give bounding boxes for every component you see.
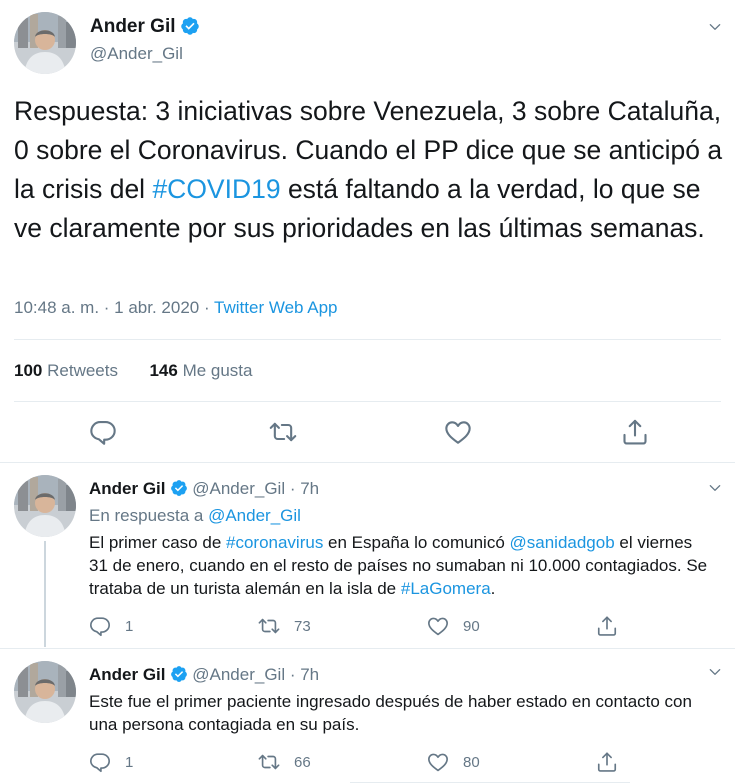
retweet-icon — [258, 751, 280, 773]
reply-button[interactable]: 1 — [89, 751, 133, 773]
tweet-source-link[interactable]: Twitter Web App — [214, 298, 337, 317]
verified-icon — [180, 16, 200, 36]
like-count: 80 — [463, 753, 480, 771]
mention-link[interactable]: @sanidadgob — [510, 533, 615, 552]
author-name-text[interactable]: Ander Gil — [90, 16, 176, 37]
retweet-count: 66 — [294, 753, 311, 771]
share-icon — [596, 751, 618, 773]
main-tweet: Ander Gil @Ander_Gil Respuesta: 3 inicia… — [0, 0, 735, 462]
like-count: 90 — [463, 617, 480, 635]
author-name[interactable]: Ander Gil — [90, 16, 200, 38]
reply-text-part: El primer caso de — [89, 533, 226, 552]
author-handle[interactable]: @Ander_Gil — [90, 44, 183, 64]
reply-icon[interactable] — [89, 418, 117, 446]
author-handle[interactable]: @Ander_Gil — [192, 479, 285, 498]
tweet-timestamp: 10:48 a. m. · 1 abr. 2020 · Twitter Web … — [14, 298, 338, 318]
tweet-text: Respuesta: 3 iniciativas sobre Venezuela… — [14, 92, 724, 248]
reply-count: 1 — [125, 753, 134, 771]
separator — [0, 462, 735, 463]
like-button[interactable]: 80 — [427, 751, 480, 773]
share-button[interactable] — [596, 615, 632, 637]
reply-time[interactable]: · 7h — [290, 665, 319, 684]
share-button[interactable] — [596, 751, 632, 773]
like-icon[interactable] — [444, 418, 472, 446]
reply-text-part: . — [490, 579, 496, 598]
author-handle[interactable]: @Ander_Gil — [192, 665, 285, 684]
mention-link[interactable]: @Ander_Gil — [208, 506, 301, 525]
like-icon — [427, 751, 449, 773]
retweets-count: 100 — [14, 361, 43, 380]
retweet-icon — [258, 615, 280, 637]
retweet-button[interactable]: 73 — [258, 615, 311, 637]
likes-label: Me gusta — [182, 361, 253, 380]
verified-icon — [170, 665, 188, 683]
chevron-down-icon[interactable] — [707, 664, 723, 680]
share-icon[interactable] — [621, 418, 649, 446]
avatar[interactable] — [14, 475, 76, 537]
reply-header: Ander Gil @Ander_Gil · 7h — [89, 479, 319, 499]
share-icon — [596, 615, 618, 637]
reply-header: Ander Gil @Ander_Gil · 7h — [89, 665, 319, 685]
like-button[interactable]: 90 — [427, 615, 480, 637]
verified-icon — [170, 479, 188, 497]
separator — [0, 648, 735, 649]
chevron-down-icon[interactable] — [707, 19, 723, 35]
reply-text-part: en España lo comunicó — [323, 533, 510, 552]
hashtag-link[interactable]: #coronavirus — [226, 533, 323, 552]
reply-icon — [89, 615, 111, 637]
retweet-button[interactable]: 66 — [258, 751, 311, 773]
like-icon — [427, 615, 449, 637]
reply-count: 1 — [125, 617, 134, 635]
tweet-time[interactable]: 10:48 a. m. · 1 abr. 2020 · — [14, 298, 214, 317]
in-reply-to: En respuesta a @Ander_Gil — [89, 506, 301, 526]
chevron-down-icon[interactable] — [707, 480, 723, 496]
in-reply-label: En respuesta a — [89, 506, 209, 525]
retweet-icon[interactable] — [269, 418, 297, 446]
avatar[interactable] — [14, 661, 76, 723]
reply-button[interactable]: 1 — [89, 615, 133, 637]
divider — [14, 401, 721, 402]
divider — [14, 339, 721, 340]
reply-text: Este fue el primer paciente ingresado de… — [89, 692, 692, 734]
author-name[interactable]: Ander Gil — [89, 665, 166, 684]
author-name[interactable]: Ander Gil — [89, 479, 166, 498]
retweets-stat[interactable]: 100 Retweets — [14, 361, 118, 380]
likes-stat[interactable]: 146 Me gusta — [149, 361, 252, 380]
hashtag-link[interactable]: #LaGomera — [401, 579, 491, 598]
retweet-count: 73 — [294, 617, 311, 635]
hashtag-link[interactable]: #COVID19 — [152, 174, 280, 204]
avatar[interactable] — [14, 12, 76, 74]
reply-icon — [89, 751, 111, 773]
likes-count: 146 — [149, 361, 178, 380]
reply-text: El primer caso de #coronavirus en España… — [89, 531, 709, 600]
tweet-stats: 100 Retweets 146 Me gusta — [14, 361, 253, 381]
separator — [350, 782, 630, 783]
reply-time[interactable]: · 7h — [290, 479, 319, 498]
thread-line — [44, 541, 46, 647]
retweets-label: Retweets — [47, 361, 118, 380]
